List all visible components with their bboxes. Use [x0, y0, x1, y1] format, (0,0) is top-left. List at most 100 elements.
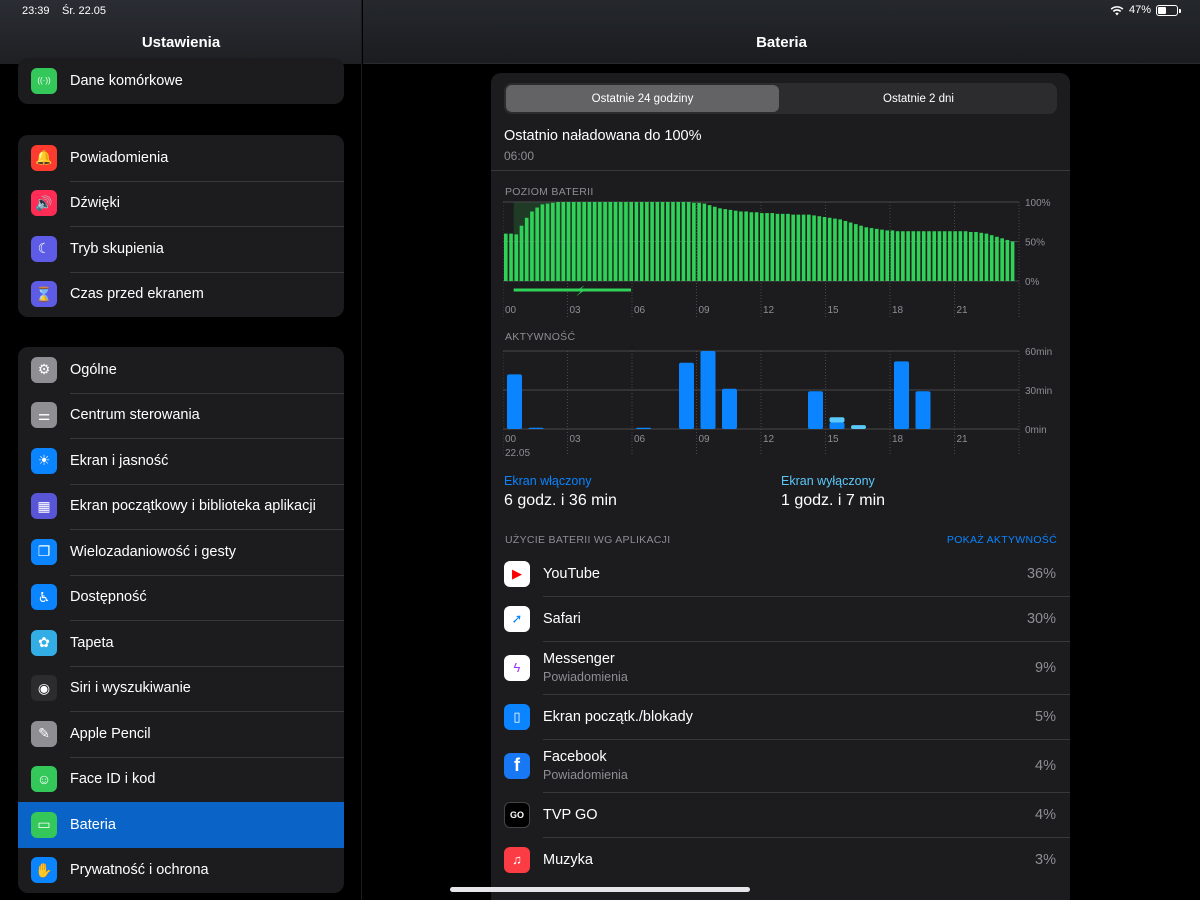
app-usage-row[interactable]: ▯ Ekran początk./blokady 5% — [491, 694, 1070, 739]
sidebar-item-accessibility[interactable]: ♿ Dostępność — [18, 574, 344, 621]
battery-level-bar — [577, 202, 581, 281]
tvp-go-icon: GO — [504, 801, 530, 828]
x-tick-label: 00 — [505, 305, 517, 316]
battery-level-bar — [592, 202, 597, 281]
battery-level-bar — [958, 231, 963, 281]
accessibility-icon: ♿ — [31, 584, 57, 611]
sidebar-item-battery[interactable]: ▭ Bateria — [18, 802, 344, 848]
sidebar-item-toggles[interactable]: ⚌ Centrum sterowania — [18, 392, 344, 439]
battery-level-bar — [634, 202, 639, 281]
battery-level-bar — [780, 213, 785, 281]
x-tick-label: 03 — [570, 434, 582, 445]
battery-level-bar — [514, 234, 519, 281]
battery-level-bar — [916, 231, 921, 281]
battery-level-bar — [723, 209, 728, 281]
sidebar-item-speaker[interactable]: 🔊 Dźwięki — [18, 180, 344, 227]
usage-by-app-header: UŻYCIE BATERII WG APLIKACJI — [505, 534, 671, 546]
battery-level-bar — [509, 233, 513, 281]
sidebar-item-hand[interactable]: ✋ Prywatność i ochrona — [18, 848, 344, 894]
app-percentage: 5% — [1035, 708, 1056, 725]
battery-level-bar — [556, 202, 560, 281]
battery-level-bar — [519, 225, 524, 281]
sidebar-item-pencil[interactable]: ✎ Apple Pencil — [18, 711, 344, 757]
x-tick-label: 09 — [699, 434, 711, 445]
time-range-segmented-control: Ostatnie 24 godziny Ostatnie 2 dni — [504, 83, 1057, 114]
siri-icon: ◉ — [31, 675, 57, 702]
app-usage-row[interactable]: f Facebook Powiadomienia 4% — [491, 739, 1070, 792]
battery-level-bar — [603, 202, 607, 281]
notification-bell-icon: 🔔 — [31, 144, 57, 171]
battery-level-bar — [707, 205, 712, 281]
app-percentage: 4% — [1035, 806, 1056, 823]
battery-level-chart[interactable]: 100% 50% 0% 00 03 06 09 12 15 18 21 ⚡ — [503, 197, 1059, 317]
battery-level-bar — [864, 227, 869, 281]
sidebar-item-siri[interactable]: ◉ Siri i wyszukiwanie — [18, 665, 344, 712]
battery-level-bar — [571, 202, 576, 281]
app-usage-row[interactable]: GO TVP GO 4% — [491, 792, 1070, 837]
sidebar-item-notification-bell[interactable]: 🔔 Powiadomienia — [18, 135, 344, 181]
battery-level-bar — [843, 220, 848, 281]
facebook-icon: f — [504, 752, 530, 779]
sidebar-item-label: Face ID i kod — [70, 771, 156, 788]
battery-level-bar — [791, 214, 795, 281]
sidebar-item-moon[interactable]: ☾ Tryb skupienia — [18, 226, 344, 272]
sidebar-item-antenna[interactable]: ((·)) Dane komórkowe — [18, 58, 344, 104]
battery-level-bar — [895, 231, 900, 281]
battery-level-bar — [535, 207, 539, 281]
battery-level-bar — [645, 202, 649, 281]
home-indicator[interactable] — [450, 887, 750, 892]
battery-level-bar — [890, 230, 895, 281]
x-tick-label: 12 — [763, 305, 775, 316]
x-tick-label: 15 — [828, 434, 840, 445]
youtube-icon: ▶ — [504, 560, 530, 587]
activity-screen-on-bar — [528, 427, 544, 429]
hourglass-icon: ⌛ — [31, 281, 57, 308]
activity-screen-on-bar — [915, 391, 931, 429]
sidebar-item-home-grid[interactable]: ▦ Ekran początkowy i biblioteka aplikacji — [18, 483, 344, 530]
sidebar-item-flower[interactable]: ✿ Tapeta — [18, 620, 344, 666]
screen-off-label: Ekran wyłączony — [781, 474, 875, 488]
battery-level-bar — [692, 202, 696, 281]
show-activity-button[interactable]: POKAŻ AKTYWNOŚĆ — [947, 534, 1057, 546]
segment-last-24h[interactable]: Ostatnie 24 godziny — [506, 85, 779, 112]
sidebar-item-label: Dostępność — [70, 589, 147, 606]
sidebar-item-multitasking[interactable]: ❐ Wielozadaniowość i gesty — [18, 529, 344, 575]
sidebar-item-label: Dane komórkowe — [70, 72, 183, 89]
battery-level-bar — [639, 202, 644, 281]
battery-level-bar — [968, 232, 973, 281]
sidebar-item-hourglass[interactable]: ⌛ Czas przed ekranem — [18, 271, 344, 318]
battery-level-bar — [561, 202, 566, 281]
sidebar-item-label: Prywatność i ochrona — [70, 862, 209, 879]
sidebar-item-label: Ogólne — [70, 361, 117, 378]
battery-level-bar — [984, 233, 989, 281]
sidebar-item-label: Tapeta — [70, 634, 114, 651]
battery-level-bar — [827, 217, 832, 281]
battery-level-bar — [869, 228, 874, 281]
battery-level-bar — [582, 202, 586, 281]
y-tick-label: 100% — [1025, 198, 1051, 209]
activity-chart[interactable]: 60min 30min 0min 00 03 06 09 12 15 18 21 22.05 — [503, 341, 1059, 463]
y-tick-label: 0% — [1025, 277, 1040, 288]
battery-level-bar — [551, 202, 555, 281]
sidebar-item-label: Dźwięki — [70, 195, 120, 212]
sidebar-item-sun[interactable]: ☀ Ekran i jasność — [18, 438, 344, 484]
app-usage-row[interactable]: ϟ Messenger Powiadomienia 9% — [491, 641, 1070, 694]
battery-level-bar — [989, 235, 994, 281]
toggles-icon: ⚌ — [31, 402, 57, 429]
sidebar-item-gear[interactable]: ⚙ Ogólne — [18, 347, 344, 393]
battery-level-bar — [859, 225, 863, 281]
y-tick-label: 0min — [1025, 425, 1047, 436]
sidebar-item-face-id[interactable]: ☺ Face ID i kod — [18, 756, 344, 803]
x-tick-label: 18 — [892, 434, 904, 445]
app-usage-row[interactable]: ♫ Muzyka 3% — [491, 837, 1070, 882]
battery-level-bar — [671, 202, 675, 281]
pencil-icon: ✎ — [31, 720, 57, 747]
battery-level-bar — [624, 202, 628, 281]
app-usage-row[interactable]: ▶ YouTube 36% — [491, 551, 1070, 596]
app-usage-row[interactable]: ➚ Safari 30% — [491, 596, 1070, 641]
x-tick-label: 12 — [763, 434, 775, 445]
sidebar-item-label: Ekran i jasność — [70, 452, 169, 469]
messenger-icon: ϟ — [504, 654, 530, 681]
activity-screen-on-bar — [808, 391, 823, 429]
segment-last-2-days[interactable]: Ostatnie 2 dni — [782, 85, 1055, 112]
